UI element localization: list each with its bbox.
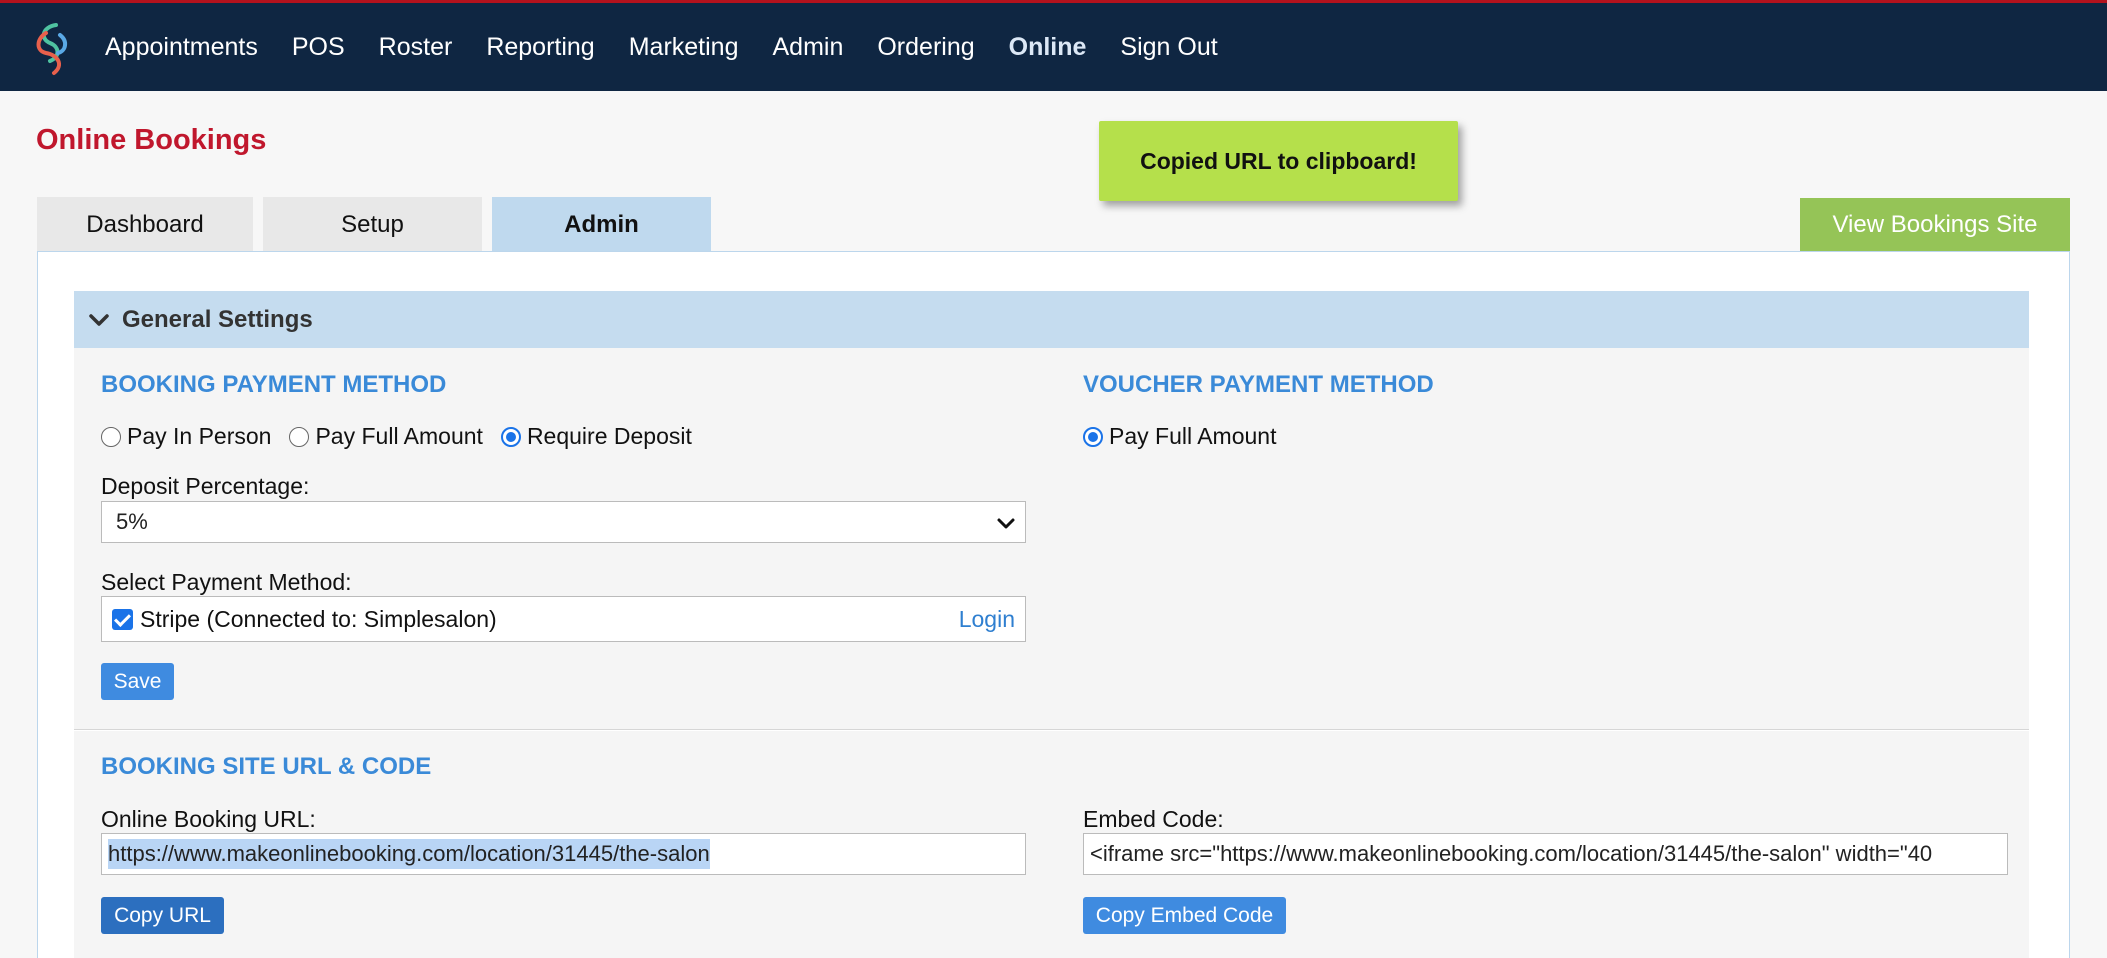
deposit-percentage-label: Deposit Percentage: [101,473,310,499]
voucher-payment-options: Pay Full Amount [1083,423,1294,450]
embed-code-label: Embed Code: [1083,806,1224,832]
booking-payment-options: Pay In Person Pay Full Amount Require De… [101,423,710,450]
save-button[interactable]: Save [101,663,174,700]
app-logo-icon[interactable] [30,21,74,77]
tab-dashboard[interactable]: Dashboard [37,197,253,252]
stripe-login-link[interactable]: Login [959,606,1015,633]
radio-pay-in-person[interactable]: Pay In Person [101,423,271,450]
nav-ordering[interactable]: Ordering [877,33,974,62]
radio-label: Pay Full Amount [1109,423,1277,449]
nav-pos[interactable]: POS [292,33,345,62]
radio-button[interactable] [101,426,121,447]
tab-admin[interactable]: Admin [492,197,711,252]
radio-label: Require Deposit [526,423,692,449]
radio-label: Pay In Person [127,423,272,449]
tab-bar: Dashboard Setup Admin [37,197,721,252]
stripe-label: Stripe (Connected to: Simplesalon) [140,605,497,632]
radio-require-deposit[interactable]: Require Deposit [500,423,692,450]
deposit-percentage-value: 5% [116,509,148,534]
main-menu: Appointments POS Roster Reporting Market… [105,3,1252,91]
nav-reporting[interactable]: Reporting [486,33,594,62]
radio-label: Pay Full Amount [315,423,483,449]
voucher-payment-heading: VOUCHER PAYMENT METHOD [1083,371,1434,398]
copy-url-button[interactable]: Copy URL [101,897,224,934]
chevron-down-icon [997,518,1015,529]
nav-admin[interactable]: Admin [772,33,843,62]
view-bookings-site-button[interactable]: View Bookings Site [1800,198,2070,251]
booking-payment-heading: BOOKING PAYMENT METHOD [101,371,447,398]
embed-code-field[interactable]: <iframe src="https://www.makeonlinebooki… [1083,833,2008,875]
chevron-down-icon [89,313,109,326]
top-navbar: Appointments POS Roster Reporting Market… [0,0,2107,91]
radio-voucher-pay-full-amount[interactable]: Pay Full Amount [1083,423,1276,450]
general-settings-title: General Settings [122,305,313,333]
nav-sign-out[interactable]: Sign Out [1120,33,1217,62]
nav-marketing[interactable]: Marketing [629,33,739,62]
clipboard-toast: Copied URL to clipboard! [1099,121,1458,201]
booking-url-value: https://www.makeonlinebooking.com/locati… [108,839,710,869]
booking-url-label: Online Booking URL: [101,806,316,832]
radio-button[interactable] [289,426,310,447]
embed-code-value: <iframe src="https://www.makeonlinebooki… [1090,841,1933,866]
copy-embed-code-button[interactable]: Copy Embed Code [1083,897,1286,934]
payment-method-box: Stripe (Connected to: Simplesalon) Login [101,596,1026,642]
deposit-percentage-select[interactable]: 5% [101,501,1026,543]
radio-button-selected[interactable] [1083,426,1103,447]
payment-method-label: Select Payment Method: [101,569,352,595]
page-title: Online Bookings [36,124,267,156]
nav-appointments[interactable]: Appointments [105,33,258,62]
booking-url-field[interactable]: https://www.makeonlinebooking.com/locati… [101,833,1026,875]
nav-roster[interactable]: Roster [379,33,453,62]
radio-button-selected[interactable] [500,426,521,447]
stripe-checkbox[interactable] [112,608,133,630]
radio-pay-full-amount[interactable]: Pay Full Amount [289,423,483,450]
nav-online[interactable]: Online [1009,33,1087,62]
tab-setup[interactable]: Setup [263,197,482,252]
booking-site-heading: BOOKING SITE URL & CODE [101,753,432,780]
general-settings-header[interactable]: General Settings [74,291,2029,348]
